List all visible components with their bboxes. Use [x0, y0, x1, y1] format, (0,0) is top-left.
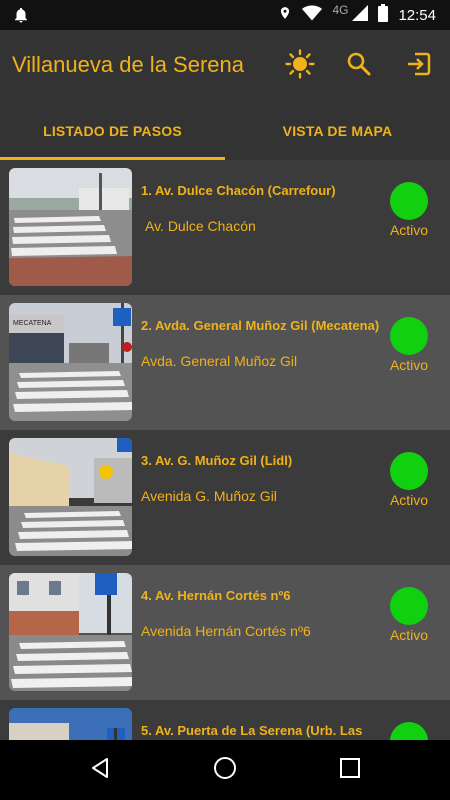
crossing-photo: MECATENA — [9, 303, 132, 421]
page-title: Villanueva de la Serena — [12, 52, 244, 77]
crossing-photo — [9, 708, 132, 740]
item-address: Avenida G. Muñoz Gil — [141, 488, 277, 504]
item-address: Avenida Hernán Cortés nº6 — [141, 623, 311, 639]
status-indicator — [390, 182, 428, 220]
status-indicator — [390, 587, 428, 625]
recents-icon — [339, 757, 361, 784]
status-indicator — [390, 722, 428, 740]
status-label: Activo — [389, 492, 429, 508]
search-button[interactable] — [343, 50, 375, 82]
notification-bell-icon — [12, 6, 30, 29]
crossing-photo — [9, 438, 132, 556]
item-title: 2. Avda. General Muñoz Gil (Mecatena) — [141, 318, 380, 333]
exit-icon — [405, 50, 433, 83]
crossing-photo — [9, 168, 132, 286]
back-icon — [88, 756, 112, 785]
item-address: Av. Dulce Chacón — [145, 218, 256, 234]
status-bar: 4G 12:54 — [0, 0, 450, 30]
item-title: 5. Av. Puerta de La Serena (Urb. Las — [141, 723, 363, 738]
signal-icon — [352, 5, 369, 25]
list-item[interactable]: 3. Av. G. Muñoz Gil (Lidl) Avenida G. Mu… — [0, 430, 450, 565]
home-button[interactable] — [210, 755, 240, 785]
wifi-icon — [302, 5, 323, 25]
item-title: 1. Av. Dulce Chacón (Carrefour) — [141, 183, 336, 198]
logout-button[interactable] — [403, 50, 435, 82]
item-title: 3. Av. G. Muñoz Gil (Lidl) — [141, 453, 293, 468]
clock: 12:54 — [398, 6, 436, 24]
item-title: 4. Av. Hernán Cortés nº6 — [141, 588, 291, 603]
status-indicator — [390, 317, 428, 355]
brightness-button[interactable] — [284, 48, 316, 84]
list-item[interactable]: MECATENA 2. Avda. General Muñoz Gil (Mec… — [0, 295, 450, 430]
item-address: Avda. General Muñoz Gil — [141, 353, 298, 369]
system-nav-bar — [0, 740, 450, 800]
crossing-photo — [9, 573, 132, 691]
status-label: Activo — [389, 627, 429, 643]
tab-listado[interactable]: LISTADO DE PASOS — [0, 102, 225, 160]
tab-mapa[interactable]: VISTA DE MAPA — [225, 102, 450, 160]
status-indicator — [390, 452, 428, 490]
network-type: 4G — [332, 3, 349, 17]
building-sign: MECATENA — [13, 320, 52, 327]
search-icon — [346, 51, 372, 82]
recents-button[interactable] — [335, 755, 365, 785]
status-label: Activo — [389, 222, 429, 238]
crossing-list: 1. Av. Dulce Chacón (Carrefour) Av. Dulc… — [0, 160, 450, 740]
battery-icon — [378, 4, 389, 26]
location-icon — [278, 4, 292, 26]
home-icon — [212, 755, 238, 786]
app-bar: Villanueva de la Serena — [0, 30, 450, 102]
back-button[interactable] — [85, 755, 115, 785]
list-item[interactable]: 5. Av. Puerta de La Serena (Urb. Las — [0, 700, 450, 740]
list-item[interactable]: 1. Av. Dulce Chacón (Carrefour) Av. Dulc… — [0, 160, 450, 295]
sun-icon — [285, 48, 315, 84]
status-label: Activo — [389, 357, 429, 373]
list-item[interactable]: 4. Av. Hernán Cortés nº6 Avenida Hernán … — [0, 565, 450, 700]
tab-bar: LISTADO DE PASOS VISTA DE MAPA — [0, 102, 450, 160]
